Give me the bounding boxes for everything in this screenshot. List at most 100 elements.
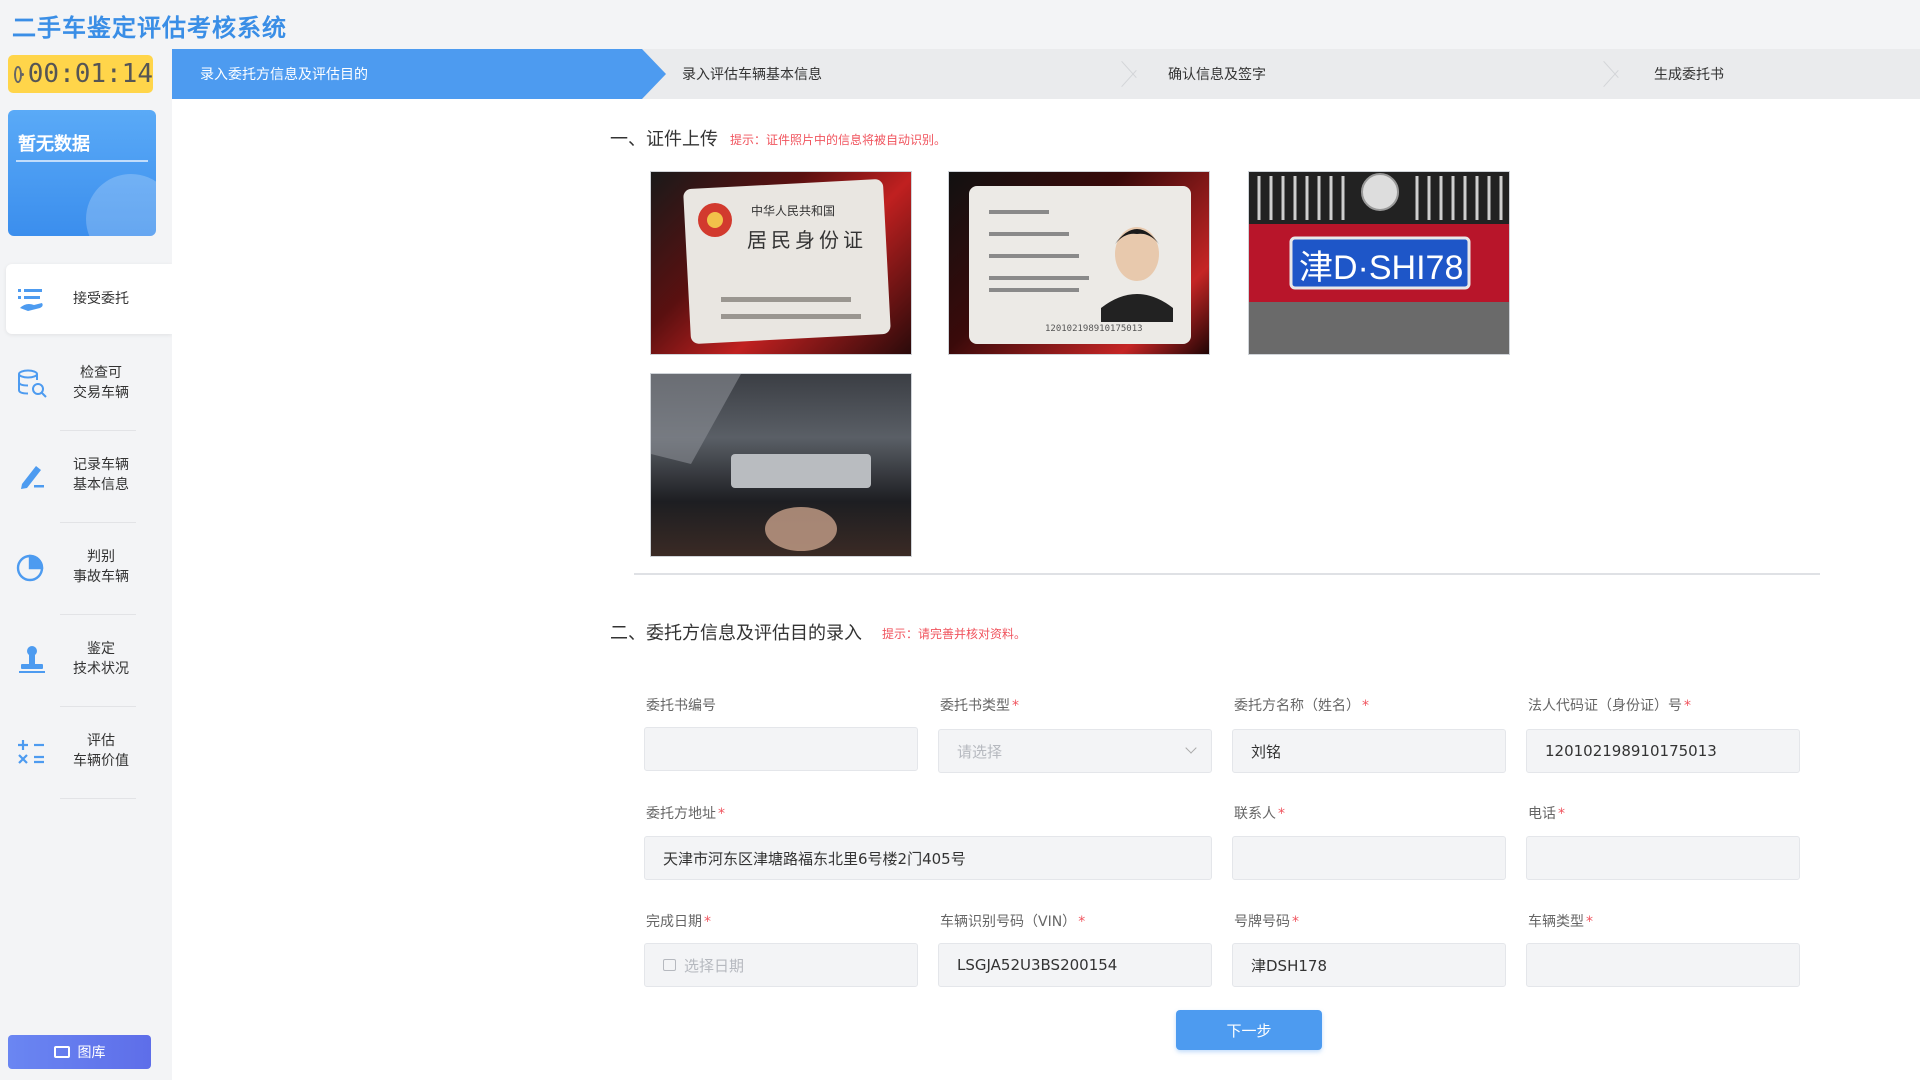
gallery-button[interactable]: 图库 [8, 1035, 151, 1069]
exam-timer: 00:01:14 [8, 55, 153, 93]
label-text: 委托书类型 [940, 698, 1010, 714]
client-info-hint: 提示：请完善并核对资料。 [882, 627, 1027, 641]
required-mark: * [1684, 698, 1691, 714]
id-card-country: 中华人民共和国 [751, 204, 836, 218]
phone-input[interactable] [1526, 836, 1800, 880]
step-enter-vehicle-info[interactable]: 录入评估车辆基本信息 [682, 49, 822, 99]
card-divider [16, 160, 148, 162]
vehicle-type-label: 车辆类型 * [1528, 911, 1593, 931]
sidebar-item-label: 记录车辆 基本信息 [73, 457, 129, 493]
client-name-label: 委托方名称（姓名） * [1234, 695, 1369, 715]
database-search-icon [14, 366, 48, 400]
label-text: 完成日期 [646, 914, 702, 930]
required-mark: * [704, 914, 711, 930]
field-value: 津DSH178 [1251, 956, 1327, 975]
required-mark: * [1292, 914, 1299, 930]
label-text: 车辆识别号码（VIN） [940, 914, 1077, 930]
commission-type-select[interactable]: 请选择 [938, 729, 1212, 773]
sidebar: 00:01:14 暂无数据 接受委托 检查可 交易车辆 记录车辆 基本信息 判别… [0, 48, 172, 1080]
vehicle-type-input[interactable] [1526, 943, 1800, 987]
id-card-back-image[interactable]: 120102198910175013 [948, 171, 1210, 355]
menu-separator [60, 706, 136, 707]
label-text: 号牌号码 [1234, 914, 1290, 930]
contact-label: 联系人 * [1234, 803, 1285, 823]
sidebar-item-identify-accident[interactable]: 判别 事故车辆 [6, 532, 172, 602]
commission-no-label: 委托书编号 [646, 695, 716, 715]
vin-input[interactable]: LSGJA52U3BS200154 [938, 943, 1212, 987]
label-text: 委托书编号 [646, 698, 716, 714]
pen-write-icon [14, 458, 48, 492]
sidebar-item-label: 判别 事故车辆 [73, 549, 129, 585]
menu-separator [60, 430, 136, 431]
required-mark: * [1078, 914, 1086, 930]
section-divider [634, 573, 1820, 575]
label-text: 车辆类型 [1528, 914, 1584, 930]
required-mark: * [1586, 914, 1593, 930]
label-text: 法人代码证（身份证）号 [1528, 698, 1682, 714]
menu-separator [60, 614, 136, 615]
field-value: 刘铭 [1251, 742, 1282, 761]
field-value: 天津市河东区津塘路福东北里6号楼2门405号 [663, 849, 966, 868]
field-value: 120102198910175013 [1545, 742, 1717, 760]
field-placeholder: 选择日期 [684, 956, 745, 975]
step-label: 确认信息及签字 [1168, 67, 1266, 83]
clock-icon [14, 65, 24, 83]
main-content: 一、证件上传 提示：证件照片中的信息将被自动识别。 中华人民共和国 居民身份证 … [172, 99, 1920, 1080]
sidebar-item-assess-technical[interactable]: 鉴定 技术状况 [6, 624, 172, 694]
label-text: 委托方名称（姓名） [1234, 698, 1360, 714]
timer-value: 00:01:14 [27, 59, 153, 89]
required-mark: * [1362, 698, 1369, 714]
calendar-icon [663, 959, 676, 971]
step-confirm-sign[interactable]: 确认信息及签字 [1168, 49, 1266, 99]
step-label: 录入委托方信息及评估目的 [200, 67, 368, 83]
stamp-icon [14, 642, 48, 676]
label-text: 委托方地址 [646, 806, 716, 822]
app-title: 二手车鉴定评估考核系统 [12, 14, 287, 42]
finish-date-label: 完成日期 * [646, 911, 711, 931]
legal-id-input[interactable]: 120102198910175013 [1526, 729, 1800, 773]
phone-label: 电话 * [1528, 803, 1565, 823]
required-mark: * [1558, 806, 1565, 822]
no-data-label: 暂无数据 [18, 134, 90, 155]
id-number-text: 120102198910175013 [1045, 324, 1143, 334]
step-chevron [1122, 49, 1142, 99]
required-mark: * [718, 806, 725, 822]
commission-no-input[interactable] [644, 727, 918, 771]
step-generate-commission[interactable]: 生成委托书 [1654, 49, 1724, 99]
plate-text: 津D·SHI78 [1299, 249, 1464, 287]
sidebar-item-label: 鉴定 技术状况 [73, 641, 129, 677]
contact-input[interactable] [1232, 836, 1506, 880]
field-value: LSGJA52U3BS200154 [957, 956, 1118, 974]
gallery-label: 图库 [77, 1045, 106, 1061]
no-data-card: 暂无数据 [8, 110, 156, 236]
menu-separator [60, 798, 136, 799]
image-icon [53, 1046, 70, 1058]
label-text: 联系人 [1234, 806, 1276, 822]
sidebar-item-check-tradeable[interactable]: 检查可 交易车辆 [6, 348, 172, 418]
id-card-title: 居民身份证 [747, 228, 867, 252]
step-enter-client-info[interactable]: 录入委托方信息及评估目的 [172, 49, 642, 99]
calculator-ops-icon [14, 734, 48, 768]
plate-no-label: 号牌号码 * [1234, 911, 1299, 931]
address-input[interactable]: 天津市河东区津塘路福东北里6号楼2门405号 [644, 836, 1212, 880]
sidebar-item-record-basic-info[interactable]: 记录车辆 基本信息 [6, 440, 172, 510]
step-chevron [1604, 49, 1624, 99]
sidebar-item-accept-commission[interactable]: 接受委托 [6, 264, 172, 334]
sidebar-item-evaluate-value[interactable]: 评估 车辆价值 [6, 716, 172, 786]
step-label: 生成委托书 [1654, 67, 1724, 83]
vin-label: 车辆识别号码（VIN） * [940, 911, 1085, 931]
next-step-button[interactable]: 下一步 [1176, 1010, 1322, 1050]
card-decoration [86, 174, 156, 236]
plate-no-input[interactable]: 津DSH178 [1232, 943, 1506, 987]
vin-plate-image[interactable] [650, 373, 912, 557]
sidebar-item-label: 检查可 交易车辆 [73, 365, 129, 401]
step-label: 录入评估车辆基本信息 [682, 67, 822, 83]
id-card-front-image[interactable]: 中华人民共和国 居民身份证 [650, 171, 912, 355]
license-plate-image[interactable]: 津D·SHI78 [1248, 171, 1510, 355]
top-bar: 二手车鉴定评估考核系统 [0, 0, 1920, 48]
chevron-down-icon [1185, 742, 1197, 754]
commission-type-label: 委托书类型 * [940, 695, 1019, 715]
client-name-input[interactable]: 刘铭 [1232, 729, 1506, 773]
finish-date-picker[interactable]: 选择日期 [644, 943, 918, 987]
label-text: 电话 [1528, 806, 1556, 822]
